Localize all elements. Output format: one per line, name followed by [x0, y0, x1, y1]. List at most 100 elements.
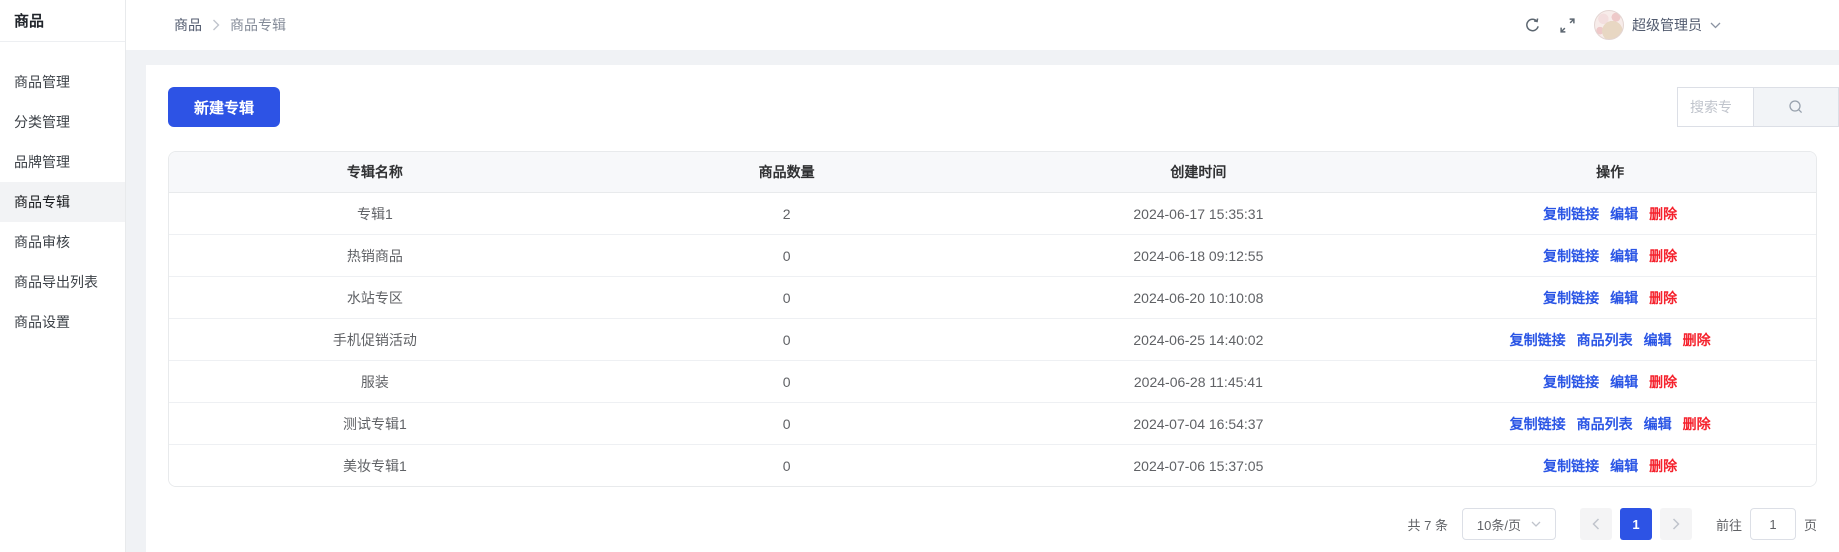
created-time-cell: 2024-06-17 15:35:31 — [993, 193, 1405, 234]
created-time-cell: 2024-06-28 11:45:41 — [993, 361, 1405, 402]
goto-page-input[interactable] — [1750, 508, 1796, 540]
search-button[interactable] — [1753, 87, 1839, 127]
breadcrumb-item-current: 商品专辑 — [230, 15, 286, 35]
actions-cell: 复制链接编辑删除 — [1404, 277, 1816, 318]
album-name-cell: 水站专区 — [169, 277, 581, 318]
toolbar: 新建专辑 — [168, 87, 1817, 127]
topbar-right: 超级管理员 — [1524, 10, 1721, 40]
action-link-delete[interactable]: 删除 — [1649, 246, 1677, 266]
chevron-right-icon — [1672, 518, 1680, 530]
action-link-default[interactable]: 编辑 — [1644, 330, 1672, 350]
actions-cell: 复制链接编辑删除 — [1404, 445, 1816, 486]
pagination-next-button[interactable] — [1660, 508, 1692, 540]
chevron-left-icon — [1592, 518, 1600, 530]
created-time-cell: 2024-07-04 16:54:37 — [993, 403, 1405, 444]
table-column-header: 创建时间 — [993, 152, 1405, 192]
pagination-total: 共 7 条 — [1408, 515, 1448, 534]
create-album-button[interactable]: 新建专辑 — [168, 87, 280, 127]
sidebar-item-label: 分类管理 — [14, 112, 70, 132]
pagination-prev-button[interactable] — [1580, 508, 1612, 540]
breadcrumb-item-products[interactable]: 商品 — [174, 15, 202, 35]
sidebar-item-0[interactable]: 商品管理 — [0, 62, 125, 102]
action-link-default[interactable]: 编辑 — [1644, 414, 1672, 434]
sidebar-item-label: 品牌管理 — [14, 152, 70, 172]
albums-table: 专辑名称 商品数量 创建时间 操作 专辑1 2 2024-06-17 15:35… — [168, 151, 1817, 487]
action-link-delete[interactable]: 删除 — [1649, 204, 1677, 224]
content-card: 新建专辑 专辑名称 商品数量 创建时间 操作 专 — [146, 65, 1839, 552]
action-link-delete[interactable]: 删除 — [1683, 330, 1711, 350]
album-name-cell: 热销商品 — [169, 235, 581, 276]
action-link-delete[interactable]: 删除 — [1649, 288, 1677, 308]
action-link-default[interactable]: 复制链接 — [1543, 204, 1599, 224]
user-menu[interactable]: 超级管理员 — [1594, 10, 1721, 40]
product-count-cell: 0 — [581, 403, 993, 444]
action-link-default[interactable]: 复制链接 — [1543, 246, 1599, 266]
table-row: 专辑1 2 2024-06-17 15:35:31 复制链接编辑删除 — [169, 193, 1816, 235]
actions-cell: 复制链接编辑删除 — [1404, 193, 1816, 234]
action-link-default[interactable]: 复制链接 — [1510, 414, 1566, 434]
action-link-default[interactable]: 编辑 — [1610, 456, 1638, 476]
chevron-down-icon — [1710, 22, 1721, 29]
goto-unit: 页 — [1804, 515, 1817, 534]
product-count-cell: 0 — [581, 445, 993, 486]
pagination: 共 7 条 10条/页 1 — [168, 508, 1817, 540]
goto-page: 前往 页 — [1716, 508, 1817, 540]
album-name-cell: 服装 — [169, 361, 581, 402]
actions-cell: 复制链接编辑删除 — [1404, 361, 1816, 402]
sidebar-item-label: 商品设置 — [14, 312, 70, 332]
actions-cell: 复制链接商品列表编辑删除 — [1404, 403, 1816, 444]
table-row: 水站专区 0 2024-06-20 10:10:08 复制链接编辑删除 — [169, 277, 1816, 319]
created-time-cell: 2024-06-20 10:10:08 — [993, 277, 1405, 318]
table-row: 美妆专辑1 0 2024-07-06 15:37:05 复制链接编辑删除 — [169, 445, 1816, 486]
table-row: 测试专辑1 0 2024-07-04 16:54:37 复制链接商品列表编辑删除 — [169, 403, 1816, 445]
sidebar-item-3[interactable]: 商品专辑 — [0, 182, 125, 222]
action-link-delete[interactable]: 删除 — [1649, 456, 1677, 476]
sidebar-item-label: 商品管理 — [14, 72, 70, 92]
action-link-default[interactable]: 商品列表 — [1577, 414, 1633, 434]
sidebar-item-5[interactable]: 商品导出列表 — [0, 262, 125, 302]
page-size-select[interactable]: 10条/页 — [1462, 508, 1556, 540]
sidebar-item-1[interactable]: 分类管理 — [0, 102, 125, 142]
sidebar: 商品 商品管理 分类管理 品牌管理 商品专辑 商品审核 商品导出列表 商品设置 — [0, 0, 126, 552]
table-column-header: 商品数量 — [581, 152, 993, 192]
action-link-default[interactable]: 商品列表 — [1577, 330, 1633, 350]
user-name: 超级管理员 — [1632, 15, 1702, 35]
created-time-cell: 2024-07-06 15:37:05 — [993, 445, 1405, 486]
action-link-default[interactable]: 编辑 — [1610, 372, 1638, 392]
sidebar-item-label: 商品专辑 — [14, 192, 70, 212]
product-count-cell: 0 — [581, 361, 993, 402]
action-link-default[interactable]: 编辑 — [1610, 288, 1638, 308]
action-link-default[interactable]: 复制链接 — [1543, 288, 1599, 308]
refresh-icon[interactable] — [1524, 17, 1541, 34]
action-link-default[interactable]: 复制链接 — [1543, 456, 1599, 476]
sidebar-item-4[interactable]: 商品审核 — [0, 222, 125, 262]
breadcrumb-separator-icon — [212, 19, 220, 31]
table-column-header: 操作 — [1404, 152, 1816, 192]
action-link-default[interactable]: 编辑 — [1610, 204, 1638, 224]
sidebar-menu: 商品管理 分类管理 品牌管理 商品专辑 商品审核 商品导出列表 商品设置 — [0, 42, 125, 342]
created-time-cell: 2024-06-18 09:12:55 — [993, 235, 1405, 276]
search-icon — [1788, 99, 1804, 115]
table-row: 手机促销活动 0 2024-06-25 14:40:02 复制链接商品列表编辑删… — [169, 319, 1816, 361]
product-count-cell: 0 — [581, 277, 993, 318]
fullscreen-icon[interactable] — [1559, 17, 1576, 34]
sidebar-item-2[interactable]: 品牌管理 — [0, 142, 125, 182]
action-link-delete[interactable]: 删除 — [1683, 414, 1711, 434]
search-group — [1677, 87, 1839, 127]
product-count-cell: 2 — [581, 193, 993, 234]
search-input[interactable] — [1677, 87, 1753, 127]
actions-cell: 复制链接商品列表编辑删除 — [1404, 319, 1816, 360]
actions-cell: 复制链接编辑删除 — [1404, 235, 1816, 276]
pagination-page-1[interactable]: 1 — [1620, 508, 1652, 540]
table-header-row: 专辑名称 商品数量 创建时间 操作 — [169, 152, 1816, 193]
action-link-default[interactable]: 复制链接 — [1510, 330, 1566, 350]
goto-label: 前往 — [1716, 515, 1742, 534]
action-link-default[interactable]: 编辑 — [1610, 246, 1638, 266]
sidebar-item-6[interactable]: 商品设置 — [0, 302, 125, 342]
pager: 1 — [1580, 508, 1692, 540]
action-link-delete[interactable]: 删除 — [1649, 372, 1677, 392]
action-link-default[interactable]: 复制链接 — [1543, 372, 1599, 392]
select-chevron-icon — [1531, 521, 1541, 527]
table-row: 热销商品 0 2024-06-18 09:12:55 复制链接编辑删除 — [169, 235, 1816, 277]
created-time-cell: 2024-06-25 14:40:02 — [993, 319, 1405, 360]
